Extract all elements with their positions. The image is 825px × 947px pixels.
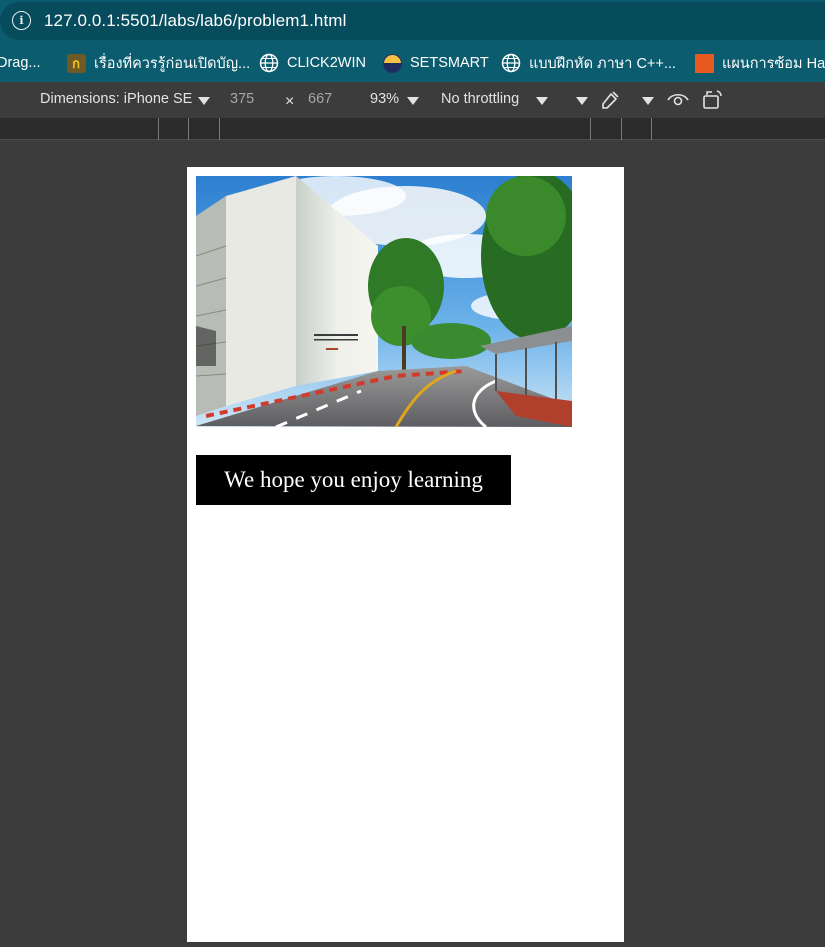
- zoom-dropdown[interactable]: 93%: [370, 91, 399, 107]
- throttling-dropdown[interactable]: No throttling: [441, 91, 519, 107]
- orange-square-icon: [694, 53, 714, 73]
- welcome-message-text: We hope you enjoy learning: [224, 467, 483, 492]
- bookmark-label: SETSMART: [410, 55, 489, 71]
- rotate-device-icon[interactable]: [700, 88, 724, 112]
- bookmark-label: Drag...: [0, 55, 41, 71]
- eye-icon[interactable]: [666, 89, 690, 111]
- bookmark-item[interactable]: CLICK2WIN: [259, 44, 366, 82]
- height-input[interactable]: 667: [308, 91, 332, 107]
- url-field[interactable]: i 127.0.0.1:5501/labs/lab6/problem1.html: [0, 2, 825, 40]
- browser-address-bar: i 127.0.0.1:5501/labs/lab6/problem1.html: [0, 0, 825, 44]
- dimension-separator: ×: [285, 93, 295, 110]
- ruler-tick: [590, 118, 591, 140]
- device-ruler: [0, 118, 825, 140]
- campus-photo: [196, 176, 572, 427]
- bookmark-item[interactable]: Drag...: [0, 44, 41, 82]
- more-options-chevron-icon[interactable]: [576, 97, 588, 105]
- globe-icon: [501, 53, 521, 73]
- ruler-tick: [219, 118, 220, 140]
- campus-photo-illustration: [196, 176, 572, 427]
- bookmark-label: เรื่องที่ควรรู้ก่อนเปิดบัญ...: [94, 55, 251, 72]
- ruler-tick: [651, 118, 652, 140]
- width-input[interactable]: 375: [230, 91, 254, 107]
- bookmark-label: CLICK2WIN: [287, 55, 366, 71]
- dimensions-dropdown[interactable]: Dimensions: iPhone SE: [40, 91, 192, 107]
- chevron-down-icon[interactable]: [642, 97, 654, 105]
- device-viewport: We hope you enjoy learning: [187, 167, 624, 942]
- bookmark-item[interactable]: ก เรื่องที่ควรรู้ก่อนเปิดบัญ...: [66, 44, 250, 82]
- chevron-down-icon[interactable]: [536, 97, 548, 105]
- site-info-icon[interactable]: i: [12, 11, 31, 30]
- welcome-message-box: We hope you enjoy learning: [196, 455, 511, 505]
- krungsri-logo-icon: ก: [66, 53, 86, 73]
- chevron-down-icon[interactable]: [198, 97, 210, 105]
- bookmark-item[interactable]: แผนการซ้อม Half: [694, 44, 825, 82]
- ruler-tick: [621, 118, 622, 140]
- bookmarks-bar: Drag... ก เรื่องที่ควรรู้ก่อนเปิดบัญ... …: [0, 44, 825, 82]
- bookmark-item[interactable]: SETSMART: [382, 44, 489, 82]
- url-text[interactable]: 127.0.0.1:5501/labs/lab6/problem1.html: [44, 11, 346, 31]
- chevron-down-icon[interactable]: [407, 97, 419, 105]
- eyedropper-icon[interactable]: [598, 88, 622, 112]
- ruler-tick: [188, 118, 189, 140]
- bookmark-item[interactable]: แบบฝึกหัด ภาษา C++...: [501, 44, 676, 82]
- devtools-device-toolbar: Dimensions: iPhone SE 375 × 667 93% No t…: [0, 82, 825, 118]
- bookmark-label: แผนการซ้อม Half: [722, 55, 825, 72]
- bookmark-label: แบบฝึกหัด ภาษา C++...: [529, 55, 676, 72]
- setsmart-logo-icon: [382, 53, 402, 73]
- ruler-tick: [158, 118, 159, 140]
- globe-icon: [259, 53, 279, 73]
